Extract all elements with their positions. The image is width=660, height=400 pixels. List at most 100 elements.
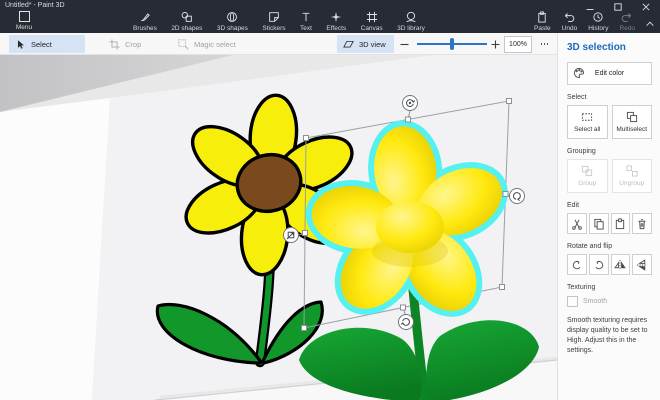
more-options-icon [540,43,543,45]
history-button[interactable]: History [588,11,608,32]
rotate-y-handle[interactable] [398,314,414,330]
zoom-value: 100% [509,41,527,48]
expand-toolbar-button[interactable] [645,15,655,33]
maximize-icon [614,3,622,11]
undo-button[interactable]: Undo [562,11,577,32]
edit-section-label: Edit [567,202,580,209]
select-tool-button[interactable]: Select [9,35,85,53]
plus-icon [491,40,499,48]
trash-icon [638,218,646,229]
3d-library-tool[interactable]: 3D library [397,11,425,32]
canvas-3d-view[interactable] [0,55,558,400]
canvas-area[interactable] [0,55,558,400]
brushes-tool[interactable]: Brushes [133,11,157,32]
ungroup-button[interactable]: Ungroup [611,159,652,193]
handle-bottom-left [301,325,307,331]
ungroup-icon [626,165,638,177]
edit-color-label: Edit color [594,70,625,77]
zoom-slider[interactable] [417,38,487,50]
group-button[interactable]: Group [567,159,608,193]
rotate-x-handle[interactable] [509,188,525,204]
2d-shapes-tool[interactable]: 2D shapes [171,11,202,32]
edit-color-button[interactable]: Edit color [567,62,652,85]
close-button[interactable] [632,0,660,14]
canvas-icon [366,11,377,23]
palette-icon [573,67,585,81]
3d-view-button[interactable]: 3D view [337,35,394,53]
more-options-button[interactable] [536,35,553,53]
select-all-icon [582,113,593,121]
text-tool[interactable]: Text [300,11,312,32]
zoom-out-button[interactable] [397,35,411,53]
zoom-slider-thumb[interactable] [450,38,454,50]
titlebar: Untitled* - Paint 3D Menu Brushes 2D sha… [0,0,660,33]
magic-select-button[interactable]: Magic select [172,35,242,53]
rotate-cw-icon [595,260,603,269]
texturing-note: Smooth texturing requires display qualit… [567,317,648,355]
handle-top-left [303,135,309,141]
menu-label: Menu [15,24,33,31]
stickers-tool[interactable]: Stickers [262,11,286,32]
paste-icon [616,217,625,229]
magic-select-icon [178,38,189,49]
depth-handle[interactable] [283,227,299,243]
cut-button[interactable] [567,213,587,234]
rotate-section-label: Rotate and flip [567,243,613,250]
effects-tool[interactable]: Effects [326,11,346,32]
handle-left-mid [302,230,308,236]
handle-bottom-right [499,284,505,290]
crop-label: Crop [125,39,142,49]
subtoolbar: Select Crop Magic select 3D view 100% [0,33,557,55]
multiselect-icon [626,111,637,123]
3d-view-icon [343,40,354,47]
smooth-checkbox[interactable] [567,296,578,307]
select-all-button[interactable]: Select all [567,105,608,139]
rotate-z-handle[interactable] [402,95,418,111]
minimize-icon [586,9,594,10]
crop-icon [109,38,120,50]
3d-shapes-icon [227,12,238,22]
zoom-value-box[interactable]: 100% [504,36,532,53]
menu-icon [18,11,30,22]
stickers-icon [269,12,279,22]
flip-vertical-icon [637,258,648,271]
rotate-ccw-icon [572,260,581,269]
flip-vertical-button[interactable] [632,254,652,275]
brush-icon [141,13,150,22]
window-title: Untitled* - Paint 3D [5,2,65,9]
rotate-right-button[interactable] [588,254,609,275]
handle-top-right [506,98,512,104]
multiselect-button[interactable]: Multiselect [611,105,652,139]
3d-shapes-tool[interactable]: 3D shapes [217,11,248,32]
zoom-in-button[interactable] [488,35,502,53]
menu-button[interactable]: Menu [6,11,42,31]
text-icon [302,12,310,22]
magic-select-label: Magic select [194,39,236,49]
handle-right-mid [502,191,509,197]
undo-icon [565,13,575,22]
3d-view-label: 3D view [359,39,386,49]
rotate-left-button[interactable] [567,254,587,275]
cut-icon [572,219,582,230]
2d-shapes-icon [181,12,192,22]
chevron-up-icon [646,21,654,26]
redo-button[interactable]: Redo [619,11,635,32]
delete-button[interactable] [632,213,652,234]
handle-bottom-mid [400,304,406,311]
effects-icon [331,11,342,23]
minus-icon [400,43,408,45]
paste-panel-button[interactable] [610,213,631,234]
close-icon [642,3,650,11]
group-icon [582,165,593,177]
crop-button[interactable]: Crop [103,35,147,53]
canvas-tool[interactable]: Canvas [361,11,383,32]
paste-button[interactable]: Paste [534,11,551,32]
panel-title: 3D selection [567,42,626,53]
smooth-checkbox-row[interactable]: Smooth [567,296,652,307]
copy-button[interactable] [588,213,609,234]
select-cursor-icon [17,39,24,49]
history-icon [593,12,603,22]
flip-horizontal-button[interactable] [610,254,631,275]
select-label: Select [31,39,52,49]
smooth-label: Smooth [583,298,608,305]
